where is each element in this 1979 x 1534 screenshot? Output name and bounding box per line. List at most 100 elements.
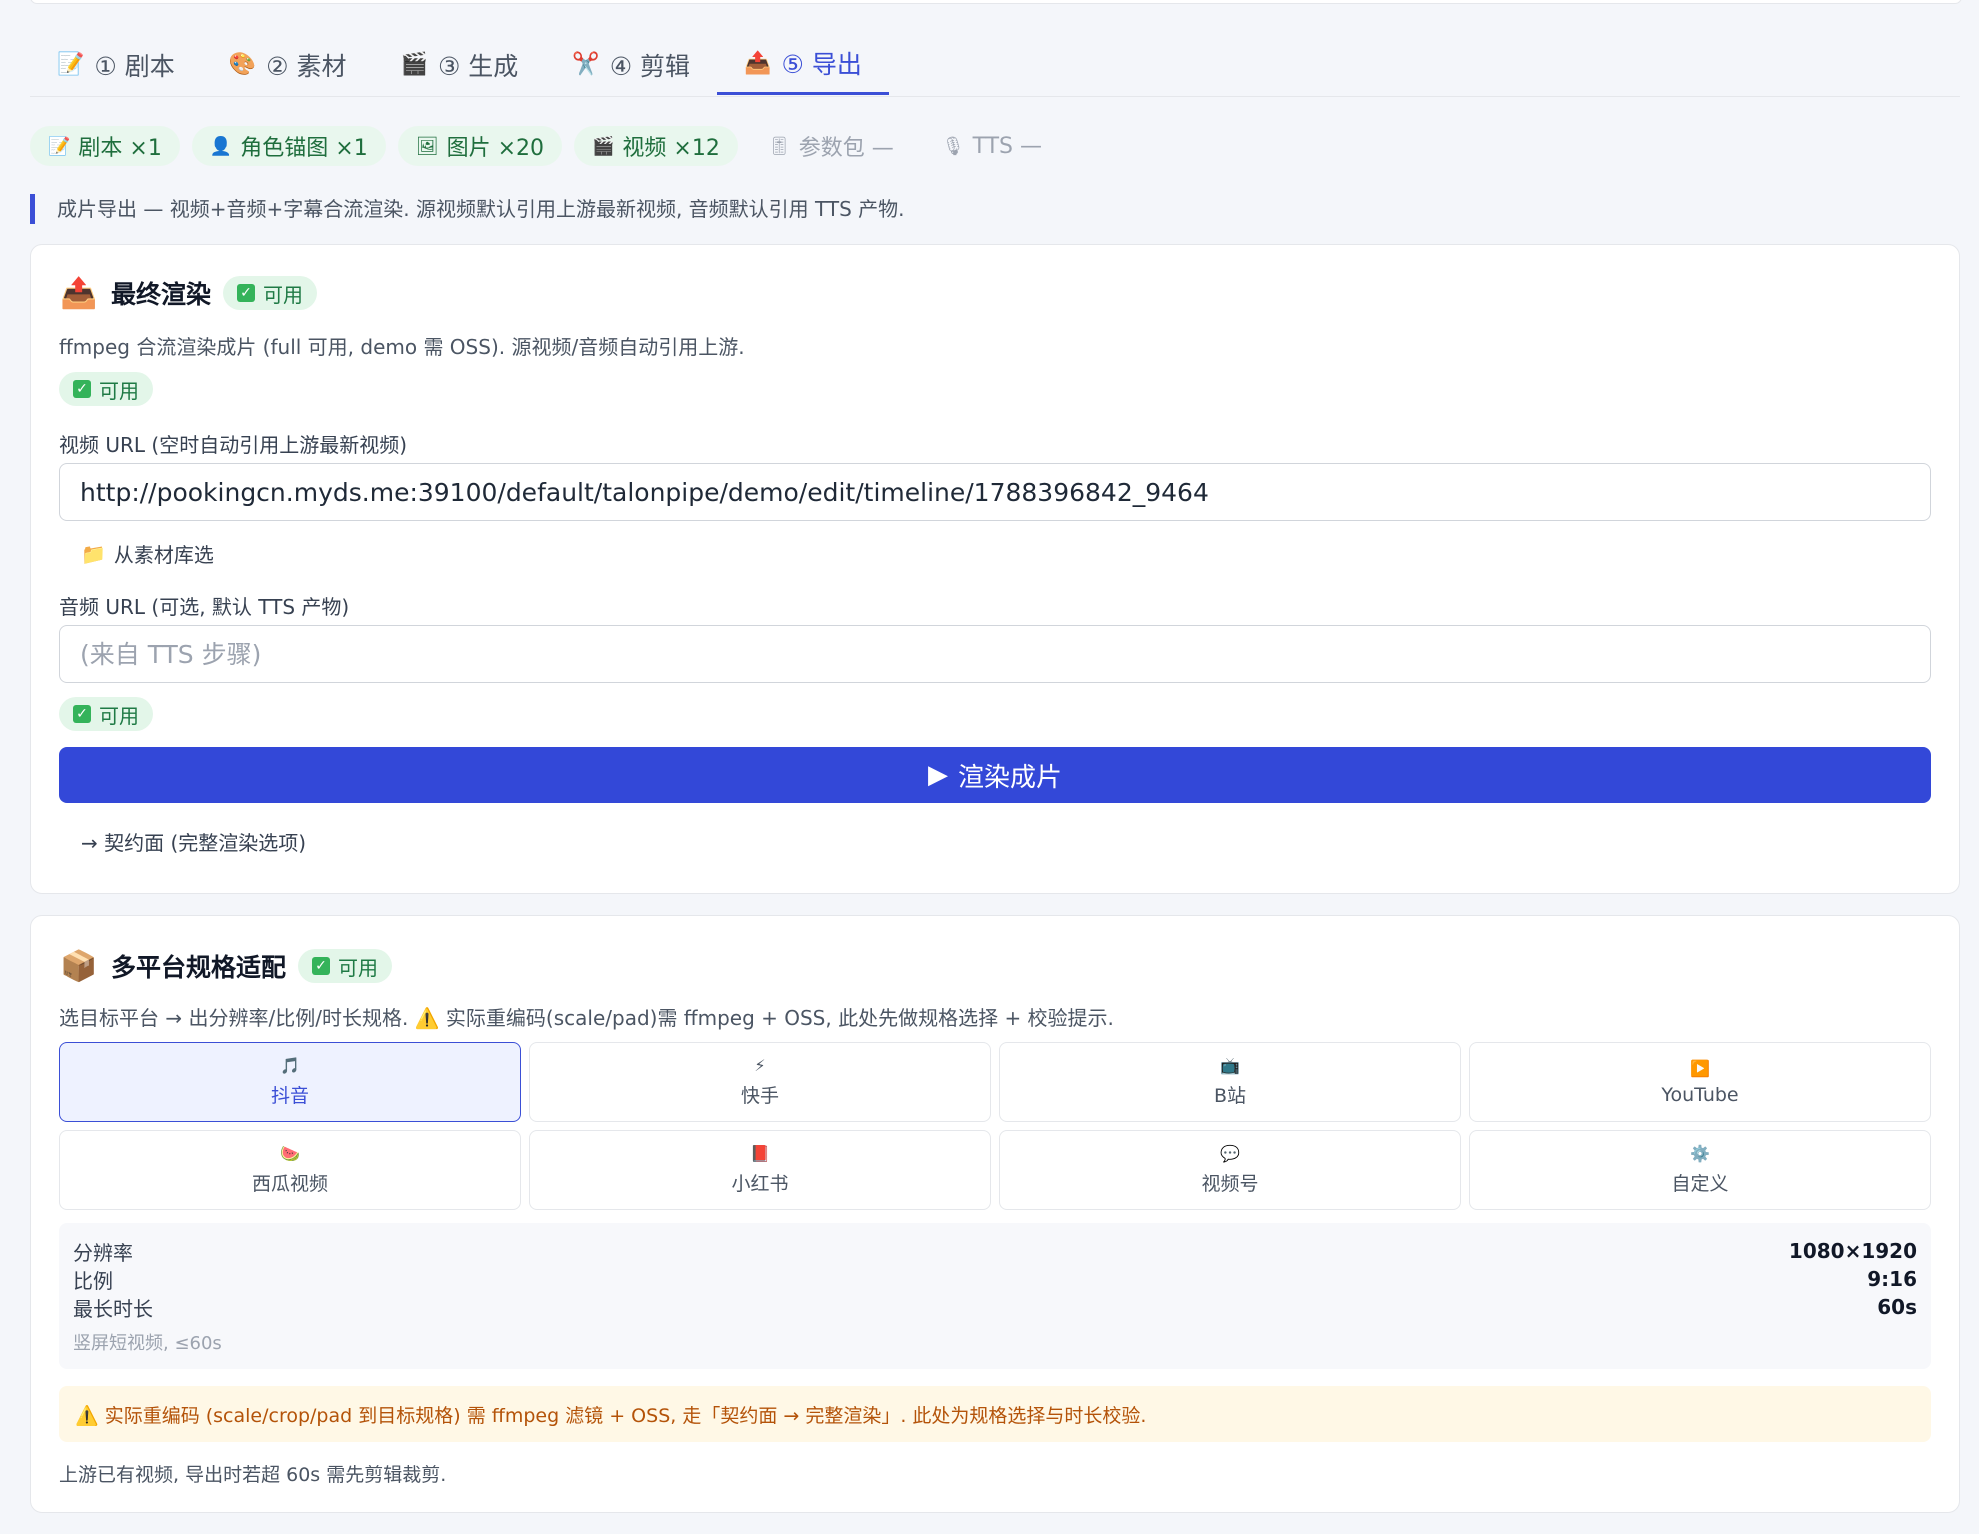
platform-shipinhao[interactable]: 💬 视频号 <box>999 1130 1461 1210</box>
lightning-icon: ⚡ <box>754 1056 766 1075</box>
spec-value: 1080×1920 <box>1788 1239 1917 1263</box>
tab-label: ⑤ 导出 <box>781 50 862 79</box>
music-note-icon: 🎵 <box>280 1056 300 1075</box>
warning-text: ⚠️ 实际重编码 (scale/crop/pad 到目标规格) 需 ffmpeg… <box>75 1404 1147 1427</box>
card-title: 多平台规格适配 <box>111 953 287 982</box>
card-header: 📦 多平台规格适配 ✓ 可用 <box>59 948 393 984</box>
export-intro: 成片导出 — 视频+音频+字幕合流渲染. 源视频默认引用上游最新视频, 音频默认… <box>30 194 905 224</box>
asset-chip-script[interactable]: 📝 剧本 ×1 <box>30 126 180 166</box>
top-panel-edge <box>30 0 1962 4</box>
platform-xiaohongshu[interactable]: 📕 小红书 <box>529 1130 991 1210</box>
card-description: 选目标平台 → 出分辨率/比例/时长规格. ⚠️ 实际重编码(scale/pad… <box>59 1006 1114 1030</box>
chip-label: 角色锚图 ×1 <box>240 136 368 161</box>
scissors-icon: ✂️ <box>572 52 600 77</box>
chip-label: 剧本 ×1 <box>78 136 162 161</box>
chip-label: TTS — <box>972 133 1043 159</box>
spec-value: 9:16 <box>1867 1267 1917 1291</box>
platform-spec-card: 📦 多平台规格适配 ✓ 可用 选目标平台 → 出分辨率/比例/时长规格. ⚠️ … <box>30 915 1960 1513</box>
platform-grid: 🎵 抖音 ⚡ 快手 📺 B站 ▶️ YouTube 🍉 西瓜视频 📕 小红书 💬… <box>59 1042 1931 1210</box>
audio-url-label: 音频 URL (可选, 默认 TTS 产物) <box>59 595 350 619</box>
platform-bilibili[interactable]: 📺 B站 <box>999 1042 1461 1122</box>
platform-label: 抖音 <box>270 1085 309 1107</box>
spec-row-duration: 最长时长 60s <box>73 1293 1917 1321</box>
status-badge: ✓ 可用 <box>298 949 393 983</box>
picture-icon: 🖼 <box>415 135 439 157</box>
tv-icon: 📺 <box>1220 1056 1240 1075</box>
spec-key: 分辨率 <box>73 1240 133 1265</box>
video-url-input[interactable] <box>59 463 1931 521</box>
status-badge: ✓ 可用 <box>59 697 153 731</box>
memo-icon: 📝 <box>48 135 71 157</box>
platform-label: 快手 <box>740 1085 779 1107</box>
tab-label: ③ 生成 <box>437 51 519 81</box>
tab-edit[interactable]: ✂️ ④ 剪辑 <box>545 34 717 95</box>
clapper-icon: 🎬 <box>592 135 615 157</box>
chip-label: 图片 ×20 <box>446 136 544 161</box>
platform-label: B站 <box>1213 1085 1247 1107</box>
badge-label: 可用 <box>263 282 304 307</box>
platform-label: YouTube <box>1661 1083 1739 1106</box>
platform-kuaishou[interactable]: ⚡ 快手 <box>529 1042 991 1122</box>
badge-label: 可用 <box>338 955 379 980</box>
badge-label: 可用 <box>99 378 139 403</box>
tab-script[interactable]: 📝 ① 剧本 <box>30 34 202 95</box>
person-icon: 👤 <box>209 135 233 157</box>
platform-label: 自定义 <box>1671 1173 1729 1195</box>
outbox-icon: 📤 <box>744 50 772 76</box>
slider-icon: 🎚 <box>767 135 791 157</box>
asset-chip-params: 🎚 参数包 — <box>750 126 912 166</box>
tab-label: ② 素材 <box>266 51 347 81</box>
spec-row-ratio: 比例 9:16 <box>73 1265 1917 1293</box>
book-icon: 📕 <box>750 1144 770 1163</box>
status-badge: ✓ 可用 <box>59 372 153 406</box>
check-icon: ✓ <box>237 284 256 302</box>
tab-generate[interactable]: 🎬 ③ 生成 <box>374 34 546 95</box>
video-url-label: 视频 URL (空时自动引用上游最新视频) <box>59 433 407 457</box>
clapper-icon: 🎬 <box>400 52 428 77</box>
tab-assets[interactable]: 🎨 ② 素材 <box>202 34 374 95</box>
audio-url-input[interactable] <box>59 625 1931 683</box>
play-icon: ▶ <box>927 760 948 790</box>
reencode-warning: ⚠️ 实际重编码 (scale/crop/pad 到目标规格) 需 ffmpeg… <box>59 1386 1931 1442</box>
library-select-button[interactable]: 📁 从素材库选 <box>81 539 214 568</box>
speech-bubble-icon: 💬 <box>1220 1144 1240 1163</box>
spec-note: 竖屏短视频, ≤60s <box>73 1333 222 1354</box>
render-button-label: 渲染成片 <box>957 762 1062 793</box>
check-icon: ✓ <box>73 705 91 723</box>
tab-label: ④ 剪辑 <box>609 51 691 81</box>
render-button[interactable]: ▶ 渲染成片 <box>59 747 1931 803</box>
step-tabs: 📝 ① 剧本 🎨 ② 素材 🎬 ③ 生成 ✂️ ④ 剪辑 📤 ⑤ 导出 <box>30 34 1960 97</box>
microphone-icon: 🎙 <box>941 135 965 157</box>
spec-summary: 分辨率 1080×1920 比例 9:16 最长时长 60s 竖屏短视频, ≤6… <box>59 1223 1931 1369</box>
asset-chip-images[interactable]: 🖼 图片 ×20 <box>397 126 562 166</box>
platform-youtube[interactable]: ▶️ YouTube <box>1469 1042 1931 1122</box>
watermelon-icon: 🍉 <box>280 1144 300 1163</box>
final-render-card: 📤 最终渲染 ✓ 可用 ffmpeg 合流渲染成片 (full 可用, demo… <box>30 244 1960 894</box>
platform-label: 视频号 <box>1201 1173 1259 1195</box>
platform-custom[interactable]: ⚙️ 自定义 <box>1469 1130 1931 1210</box>
check-icon: ✓ <box>312 957 331 975</box>
upstream-note: 上游已有视频, 导出时若超 60s 需先剪辑裁剪. <box>59 1464 447 1486</box>
platform-xigua[interactable]: 🍉 西瓜视频 <box>59 1130 521 1210</box>
badge-label: 可用 <box>99 703 139 728</box>
memo-icon: 📝 <box>57 52 85 77</box>
tab-export[interactable]: 📤 ⑤ 导出 <box>717 34 889 95</box>
check-icon: ✓ <box>73 380 91 398</box>
chip-label: 参数包 — <box>798 136 894 161</box>
outbox-icon: 📤 <box>60 275 98 311</box>
package-icon: 📦 <box>60 948 98 984</box>
platform-douyin[interactable]: 🎵 抖音 <box>59 1042 521 1122</box>
card-header: 📤 最终渲染 ✓ 可用 <box>59 275 318 311</box>
contract-link[interactable]: → 契约面 (完整渲染选项) <box>81 827 306 856</box>
platform-label: 小红书 <box>731 1173 789 1195</box>
asset-chip-character[interactable]: 👤 角色锚图 ×1 <box>191 126 386 166</box>
tab-label: ① 剧本 <box>94 51 175 81</box>
platform-label: 西瓜视频 <box>251 1173 328 1195</box>
spec-key: 比例 <box>73 1268 113 1293</box>
asset-chips: 📝 剧本 ×1 👤 角色锚图 ×1 🖼 图片 ×20 🎬 视频 ×12 🎚 参数… <box>30 126 1060 166</box>
spec-value: 60s <box>1877 1295 1917 1319</box>
asset-chip-videos[interactable]: 🎬 视频 ×12 <box>574 126 738 166</box>
gear-icon: ⚙️ <box>1690 1144 1710 1163</box>
asset-chip-tts: 🎙 TTS — <box>924 126 1060 166</box>
chip-label: 视频 ×12 <box>622 136 720 161</box>
